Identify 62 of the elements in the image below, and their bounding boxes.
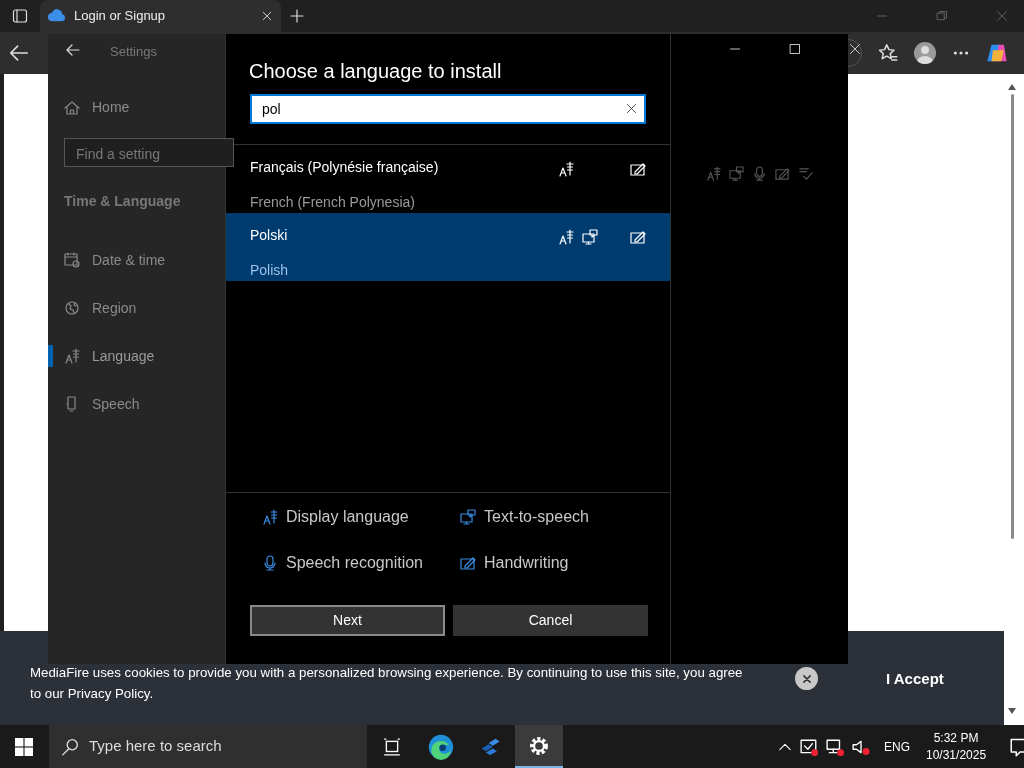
pen-pad-icon	[775, 166, 790, 181]
search-field[interactable]: pol	[250, 94, 646, 124]
network-icon[interactable]	[826, 737, 844, 756]
tab-title: Login or Signup	[74, 7, 167, 26]
clock-time[interactable]: 5:32 PM	[926, 729, 987, 747]
language-icon	[64, 348, 80, 364]
nav-item[interactable]: Speech	[64, 392, 140, 416]
window-title: Settings	[110, 43, 157, 61]
home-icon	[64, 99, 80, 116]
globe-icon	[64, 300, 80, 316]
cookie-notice: MediaFire uses cookies to provide you with a personalized browsing experience. By continuing to use this site, you agree to our Privacy Policy.	[30, 664, 744, 703]
back-icon[interactable]	[8, 42, 30, 64]
monitor-speech-icon	[460, 509, 476, 525]
gear-icon[interactable]	[515, 725, 563, 768]
calendar-clock-icon	[64, 252, 80, 268]
search-icon	[61, 737, 79, 756]
language-icon	[262, 509, 278, 525]
taskbar-search-field[interactable]: Type here to search	[49, 725, 367, 768]
restore-icon[interactable]	[936, 10, 948, 22]
security-icon[interactable]	[800, 737, 818, 756]
close-icon	[801, 673, 812, 684]
scroll-down-icon[interactable]	[1008, 708, 1016, 714]
dialog-button[interactable]: Cancel	[453, 605, 648, 636]
search-field[interactable]: Find a setting	[64, 138, 234, 167]
clock-date[interactable]: 10/31/2025	[926, 746, 987, 764]
clear-icon[interactable]	[626, 103, 637, 114]
back-icon[interactable]	[65, 42, 81, 58]
scrollbar[interactable]	[1004, 74, 1024, 725]
nav-item[interactable]: Region	[64, 296, 137, 320]
language-icon	[706, 166, 721, 181]
check-icon	[798, 166, 813, 181]
language-english-name: Polish	[250, 261, 290, 280]
section-heading: Time & Language	[64, 192, 181, 211]
new-tab-icon[interactable]	[289, 8, 305, 24]
legend-label: Display language	[286, 507, 409, 527]
nav-item[interactable]: Home	[64, 97, 130, 118]
scroll-up-icon[interactable]	[1008, 84, 1016, 90]
nav-item[interactable]: Date & time	[64, 248, 166, 272]
profile-avatar[interactable]	[914, 42, 936, 64]
language-name: Polski	[250, 226, 289, 245]
dialog-button[interactable]: Next	[250, 605, 445, 636]
monitor-speech-icon	[729, 166, 744, 181]
accept-button[interactable]: I Accept	[880, 667, 950, 692]
nav-item[interactable]: Language	[64, 344, 155, 368]
legend-label: Speech recognition	[286, 553, 423, 573]
pen-pad-icon	[460, 555, 476, 571]
language-english-name: French (French Polynesia)	[250, 193, 416, 212]
legend-label: Handwriting	[484, 553, 569, 573]
legend-label: Text-to-speech	[484, 507, 589, 527]
start-icon[interactable]	[15, 738, 33, 756]
browser-tab[interactable]: Login or Signup	[40, 0, 281, 32]
language-name: Français (Polynésie française)	[250, 158, 440, 177]
notification-icon[interactable]	[1010, 736, 1024, 757]
input-language[interactable]: ENG	[884, 737, 910, 756]
tab-actions-icon[interactable]	[12, 8, 28, 24]
favorites-icon[interactable]	[878, 43, 898, 63]
microphone-icon	[752, 166, 767, 181]
microphone-icon	[262, 555, 278, 571]
copilot-icon[interactable]	[986, 42, 1008, 64]
maximize-icon[interactable]	[789, 43, 801, 55]
language-list-item[interactable]: Polski Polish	[226, 213, 670, 281]
dialog-title: Choose a language to install	[249, 59, 503, 82]
